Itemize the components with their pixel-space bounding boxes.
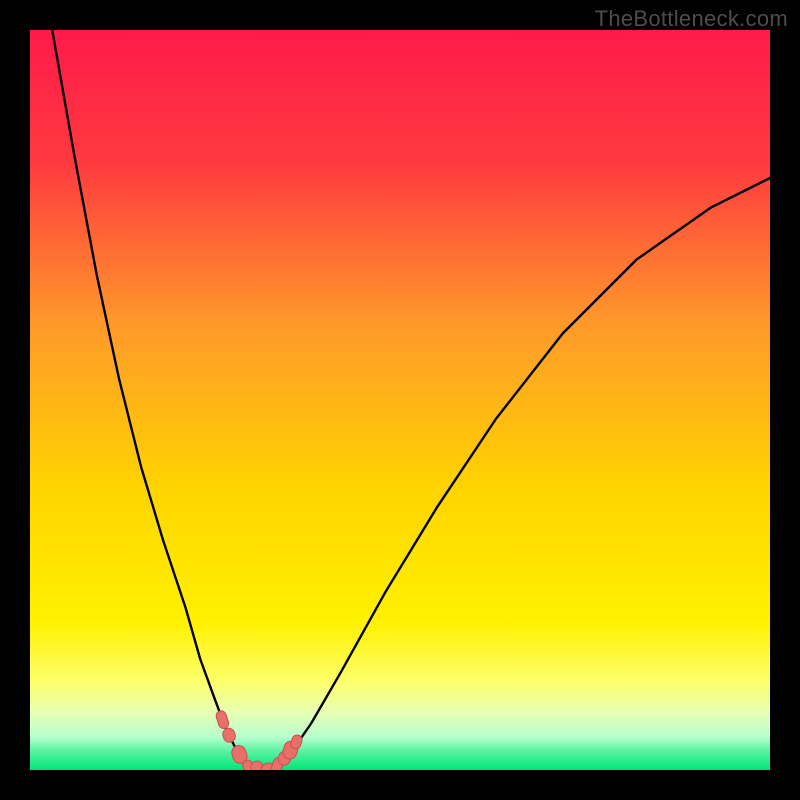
chart-frame: TheBottleneck.com bbox=[0, 0, 800, 800]
plot-area bbox=[30, 30, 770, 770]
chart-svg bbox=[30, 30, 770, 770]
gradient-bg bbox=[30, 30, 770, 770]
watermark-text: TheBottleneck.com bbox=[595, 6, 788, 32]
